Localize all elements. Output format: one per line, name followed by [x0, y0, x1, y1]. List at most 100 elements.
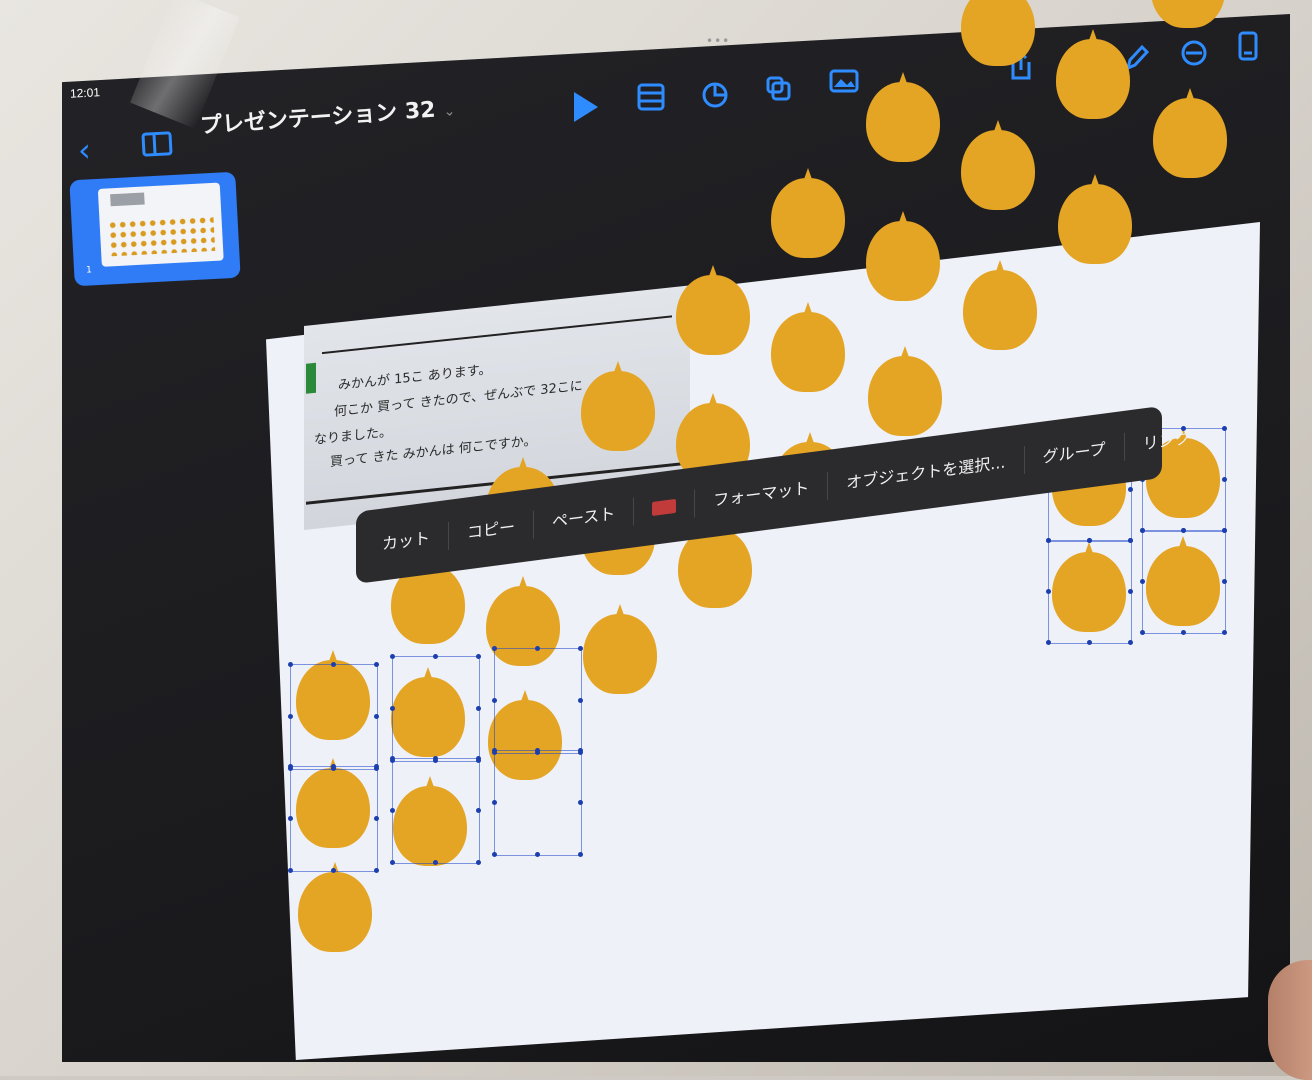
menu-cut[interactable]: カット — [364, 521, 450, 561]
resize-handle[interactable] — [374, 714, 379, 719]
resize-handle[interactable] — [374, 662, 379, 667]
resize-handle[interactable] — [1140, 528, 1145, 533]
resize-handle[interactable] — [288, 714, 293, 719]
sidebar-toggle-icon[interactable] — [141, 131, 173, 157]
resize-handle[interactable] — [578, 852, 583, 857]
resize-handle[interactable] — [1140, 579, 1145, 584]
resize-handle[interactable] — [1222, 579, 1227, 584]
menu-copy[interactable]: コピー — [449, 510, 535, 550]
resize-handle[interactable] — [1128, 487, 1133, 492]
orange-object[interactable] — [583, 604, 657, 694]
resize-handle[interactable] — [535, 748, 540, 753]
orange-object[interactable] — [1058, 174, 1132, 264]
selection-handles[interactable] — [1140, 528, 1227, 635]
orange-object[interactable] — [868, 346, 942, 436]
resize-handle[interactable] — [1128, 538, 1133, 543]
orange-object[interactable] — [581, 361, 655, 452]
resize-handle[interactable] — [433, 860, 438, 865]
selection-handles[interactable] — [288, 764, 379, 873]
document-icon[interactable] — [1236, 30, 1260, 64]
selection-handles[interactable] — [1046, 538, 1133, 645]
resize-handle[interactable] — [1087, 538, 1092, 543]
table-icon[interactable] — [636, 82, 666, 112]
resize-handle[interactable] — [535, 646, 540, 651]
resize-handle[interactable] — [390, 706, 395, 711]
menu-group[interactable]: グループ — [1024, 432, 1125, 474]
slide-thumbnail-1[interactable]: 1 — [69, 171, 241, 287]
selection-handles[interactable] — [492, 646, 583, 755]
selection-handles[interactable] — [390, 756, 481, 865]
resize-handle[interactable] — [476, 654, 481, 659]
menu-select-object[interactable]: オブジェクトを選択... — [828, 445, 1025, 500]
resize-handle[interactable] — [578, 748, 583, 753]
orange-object[interactable] — [1056, 28, 1130, 119]
menu-paste[interactable]: ペースト — [534, 497, 635, 539]
selection-handles[interactable] — [288, 662, 379, 771]
resize-handle[interactable] — [1181, 630, 1186, 635]
resize-handle[interactable] — [476, 808, 481, 813]
resize-handle[interactable] — [288, 868, 293, 873]
orange-object[interactable] — [866, 211, 940, 302]
resize-handle[interactable] — [331, 868, 336, 873]
resize-handle[interactable] — [1181, 528, 1186, 533]
resize-handle[interactable] — [1222, 426, 1227, 431]
resize-handle[interactable] — [374, 868, 379, 873]
menu-format[interactable]: フォーマット — [695, 471, 829, 518]
resize-handle[interactable] — [1087, 640, 1092, 645]
chart-icon[interactable] — [700, 80, 730, 110]
orange-object[interactable] — [298, 862, 372, 952]
play-icon[interactable] — [574, 92, 598, 122]
resize-handle[interactable] — [390, 654, 395, 659]
resize-handle[interactable] — [433, 654, 438, 659]
resize-handle[interactable] — [390, 808, 395, 813]
resize-handle[interactable] — [1046, 538, 1051, 543]
resize-handle[interactable] — [492, 646, 497, 651]
orange-object[interactable] — [961, 0, 1035, 66]
format-icon[interactable] — [1180, 38, 1208, 68]
resize-handle[interactable] — [331, 662, 336, 667]
multitasking-dots[interactable]: ••• — [706, 34, 730, 48]
resize-handle[interactable] — [535, 852, 540, 857]
resize-handle[interactable] — [288, 816, 293, 821]
resize-handle[interactable] — [578, 646, 583, 651]
selection-handles[interactable] — [492, 748, 583, 857]
resize-handle[interactable] — [331, 764, 336, 769]
back-button[interactable]: ‹ — [78, 134, 91, 166]
resize-handle[interactable] — [492, 800, 497, 805]
resize-handle[interactable] — [492, 748, 497, 753]
resize-handle[interactable] — [578, 698, 583, 703]
orange-object[interactable] — [771, 168, 845, 259]
resize-handle[interactable] — [288, 764, 293, 769]
resize-handle[interactable] — [374, 764, 379, 769]
resize-handle[interactable] — [390, 860, 395, 865]
resize-handle[interactable] — [1222, 630, 1227, 635]
resize-handle[interactable] — [1222, 477, 1227, 482]
resize-handle[interactable] — [492, 698, 497, 703]
resize-handle[interactable] — [390, 756, 395, 761]
resize-handle[interactable] — [578, 800, 583, 805]
resize-handle[interactable] — [374, 816, 379, 821]
orange-object[interactable] — [1153, 88, 1227, 178]
orange-object[interactable] — [961, 119, 1035, 210]
resize-handle[interactable] — [1128, 589, 1133, 594]
orange-object[interactable] — [963, 260, 1037, 350]
resize-handle[interactable] — [433, 756, 438, 761]
resize-handle[interactable] — [476, 706, 481, 711]
shape-icon[interactable] — [764, 74, 794, 104]
resize-handle[interactable] — [1046, 640, 1051, 645]
resize-handle[interactable] — [288, 662, 293, 667]
chevron-down-icon[interactable]: ⌄ — [443, 103, 456, 120]
resize-handle[interactable] — [1128, 640, 1133, 645]
resize-handle[interactable] — [1046, 589, 1051, 594]
resize-handle[interactable] — [1222, 528, 1227, 533]
media-icon[interactable] — [828, 66, 860, 96]
menu-style[interactable] — [634, 489, 696, 526]
resize-handle[interactable] — [1140, 630, 1145, 635]
orange-object[interactable] — [866, 72, 940, 163]
resize-handle[interactable] — [492, 852, 497, 857]
resize-handle[interactable] — [476, 860, 481, 865]
orange-object[interactable] — [771, 302, 845, 393]
resize-handle[interactable] — [476, 756, 481, 761]
orange-object[interactable] — [676, 264, 750, 355]
selection-handles[interactable] — [390, 654, 481, 763]
